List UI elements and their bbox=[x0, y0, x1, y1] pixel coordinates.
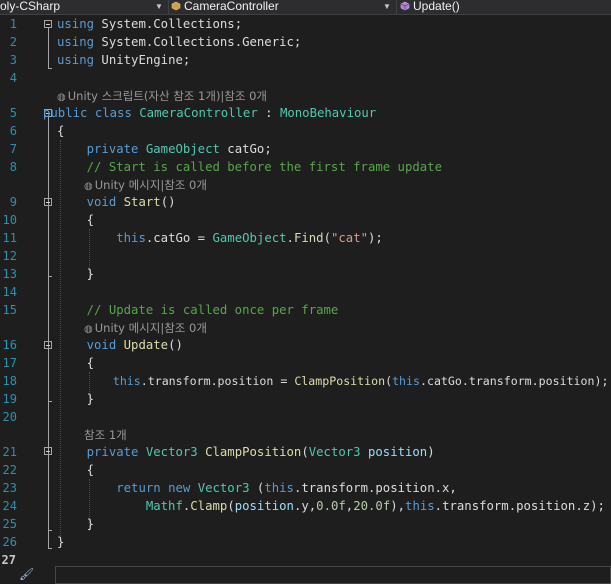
code-text: using System.Collections.Generic; bbox=[57, 35, 302, 49]
code-line[interactable]: 12 bbox=[0, 248, 611, 266]
line-number: 10 bbox=[2, 213, 17, 227]
member-dropdown[interactable]: Update() bbox=[396, 0, 611, 14]
line-number: 17 bbox=[2, 356, 17, 370]
line-number: 18 bbox=[2, 374, 17, 388]
code-text: { bbox=[57, 356, 95, 370]
codelens-row[interactable]: 참조 1개 bbox=[0, 427, 611, 445]
code-line[interactable]: 20 bbox=[0, 409, 611, 427]
line-number: 22 bbox=[2, 463, 17, 477]
chevron-down-icon: ▼ bbox=[155, 2, 163, 11]
code-comment: // Start is called before the first fram… bbox=[57, 160, 442, 174]
navigation-bar: oly-CSharp ▼ CameraController ▼ Update() bbox=[0, 0, 611, 15]
code-line[interactable]: 23 return new Vector3 (this.transform.po… bbox=[0, 480, 611, 498]
code-text: using UnityEngine; bbox=[57, 53, 191, 67]
unity-icon: ◍ bbox=[84, 181, 93, 192]
chevron-down-icon: ▼ bbox=[383, 2, 391, 11]
code-text: return new Vector3 (this.transform.posit… bbox=[116, 481, 457, 495]
line-number: 23 bbox=[2, 481, 17, 495]
code-line[interactable]: 10 { bbox=[0, 212, 611, 230]
member-dropdown-label: Update() bbox=[413, 0, 460, 13]
code-comment: // Update is called once per frame bbox=[57, 303, 339, 317]
code-text: this.transform.position = ClampPosition(… bbox=[112, 374, 609, 388]
line-number: 15 bbox=[2, 303, 17, 317]
code-line[interactable]: 3 using UnityEngine; bbox=[0, 52, 611, 70]
code-line[interactable]: 22 { bbox=[0, 462, 611, 480]
unity-icon: ◍ bbox=[57, 92, 66, 103]
method-icon bbox=[400, 1, 410, 11]
code-line[interactable]: 15 // Update is called once per frame bbox=[0, 302, 611, 320]
line-number: 3 bbox=[9, 53, 17, 67]
code-text: using System.Collections; bbox=[57, 17, 243, 31]
codelens-text[interactable]: ◍ Unity 스크립트(자산 참조 1개)|참조 0개 bbox=[57, 88, 267, 107]
line-number: 24 bbox=[2, 499, 17, 513]
line-number: 27 bbox=[1, 553, 16, 567]
line-number: 6 bbox=[9, 124, 17, 138]
code-text: } bbox=[57, 535, 65, 549]
line-number: 25 bbox=[2, 517, 17, 531]
line-number: 2 bbox=[9, 35, 17, 49]
project-dropdown[interactable]: oly-CSharp ▼ bbox=[0, 0, 164, 14]
code-line[interactable]: 18 this.transform.position = ClampPositi… bbox=[0, 373, 611, 391]
code-text: { bbox=[57, 124, 65, 138]
code-line[interactable]: 1 using System.Collections; bbox=[0, 16, 611, 34]
code-line[interactable]: 13 } bbox=[0, 266, 611, 284]
line-number: 5 bbox=[9, 106, 17, 120]
code-text: this.catGo = GameObject.Find("cat"); bbox=[116, 231, 383, 245]
code-text: } bbox=[57, 517, 95, 531]
code-line[interactable]: 5 public class CameraController : MonoBe… bbox=[0, 105, 611, 123]
code-text: } bbox=[57, 392, 95, 406]
code-text: void Start() bbox=[86, 195, 176, 209]
code-line[interactable]: 26 } bbox=[0, 534, 611, 552]
code-text: } bbox=[57, 267, 95, 281]
unity-icon: ◍ bbox=[84, 324, 93, 335]
line-number: 12 bbox=[2, 249, 17, 263]
code-text: { bbox=[57, 463, 95, 477]
line-number: 8 bbox=[9, 160, 17, 174]
codelens-text[interactable]: ◍ Unity 메시지|참조 0개 bbox=[84, 320, 207, 339]
code-text: private Vector3 ClampPosition(Vector3 po… bbox=[86, 445, 435, 459]
code-line[interactable]: 7 private GameObject catGo; bbox=[0, 141, 611, 159]
codelens-row[interactable]: ◍ Unity 메시지|참조 0개 bbox=[0, 320, 611, 338]
code-line[interactable]: 9 void Start() bbox=[0, 194, 611, 212]
line-number: 11 bbox=[2, 231, 17, 245]
line-number: 26 bbox=[2, 535, 17, 549]
line-number: 16 bbox=[2, 338, 17, 352]
codelens-text[interactable]: ◍ Unity 메시지|참조 0개 bbox=[84, 177, 207, 196]
codelens-row[interactable]: ◍ Unity 스크립트(자산 참조 1개)|참조 0개 bbox=[0, 88, 611, 106]
csharp-class-icon bbox=[171, 1, 181, 11]
codelens-text[interactable]: 참조 1개 bbox=[84, 427, 127, 445]
project-dropdown-label: oly-CSharp bbox=[0, 0, 61, 13]
code-line[interactable]: 21 private Vector3 ClampPosition(Vector3… bbox=[0, 444, 611, 462]
codelens-row[interactable]: ◍ Unity 메시지|참조 0개 bbox=[0, 177, 611, 195]
code-line[interactable]: 19 } bbox=[0, 391, 611, 409]
line-number: 4 bbox=[9, 71, 17, 85]
line-number: 7 bbox=[9, 142, 17, 156]
code-text: Mathf.Clamp(position.y,0.0f,20.0f),this.… bbox=[145, 499, 605, 513]
code-line[interactable]: 24 Mathf.Clamp(position.y,0.0f,20.0f),th… bbox=[0, 498, 611, 516]
code-line[interactable]: 6 { bbox=[0, 123, 611, 141]
code-line[interactable]: 8 // Start is called before the first fr… bbox=[0, 159, 611, 177]
code-text: private GameObject catGo; bbox=[86, 142, 272, 156]
code-line[interactable]: 25 } bbox=[0, 516, 611, 534]
line-number: 1 bbox=[9, 17, 17, 31]
code-line[interactable]: 4 bbox=[0, 70, 611, 88]
code-line[interactable]: 16 void Update() bbox=[0, 337, 611, 355]
line-number: 21 bbox=[2, 445, 17, 459]
line-number: 9 bbox=[9, 195, 17, 209]
line-number: 13 bbox=[2, 267, 17, 281]
code-line[interactable]: 14 bbox=[0, 284, 611, 302]
class-dropdown-label: CameraController bbox=[184, 0, 279, 13]
line-number: 14 bbox=[2, 285, 17, 299]
code-line[interactable]: 11 this.catGo = GameObject.Find("cat"); bbox=[0, 230, 611, 248]
line-number: 20 bbox=[2, 410, 17, 424]
code-line[interactable]: 17 { bbox=[0, 355, 611, 373]
code-editor[interactable]: 🖌 1 using System.Collections; 2 using Sy… bbox=[0, 15, 611, 584]
code-line[interactable]: 27 bbox=[0, 552, 611, 570]
class-dropdown[interactable]: CameraController ▼ bbox=[168, 0, 397, 14]
code-text: { bbox=[57, 213, 95, 227]
code-line[interactable]: 2 using System.Collections.Generic; bbox=[0, 34, 611, 52]
code-text: public class CameraController : MonoBeha… bbox=[43, 106, 377, 120]
line-number: 19 bbox=[2, 392, 17, 406]
code-text: void Update() bbox=[86, 338, 183, 352]
